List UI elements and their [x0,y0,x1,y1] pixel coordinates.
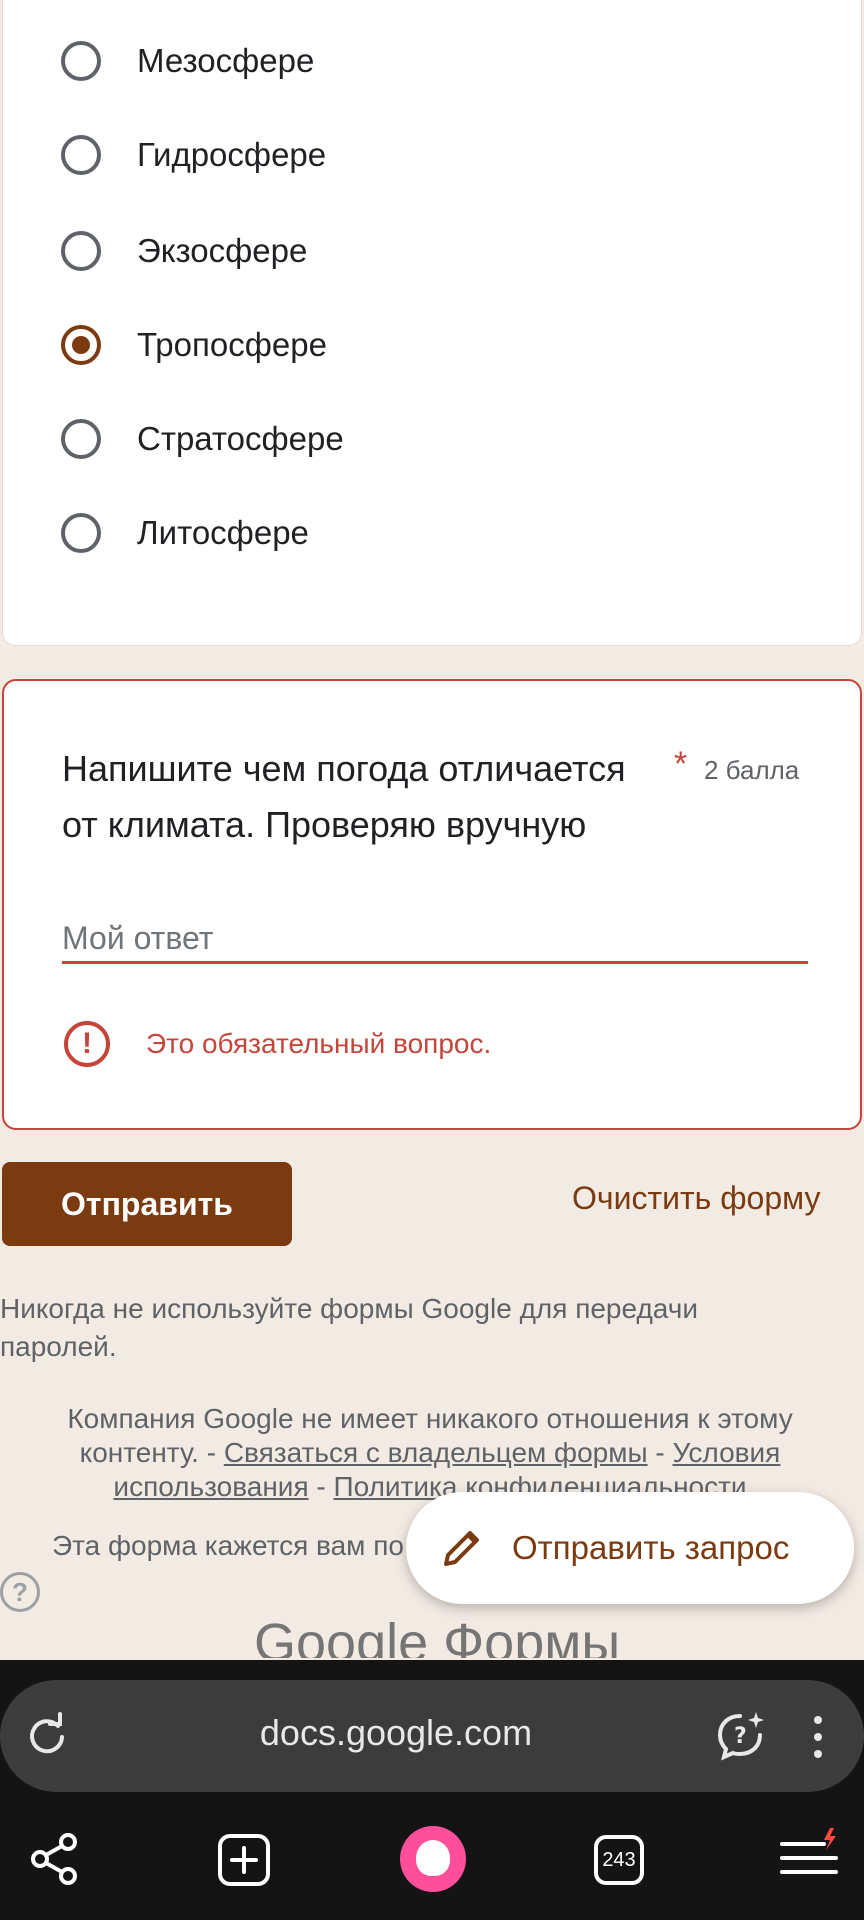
password-warning: Никогда не используйте формы Google для … [0,1293,698,1362]
radio-button-selected[interactable] [61,325,101,365]
google-forms-logo: Google Формы [254,1613,621,1658]
help-icon[interactable]: ? [0,1572,40,1612]
option-stratosfera[interactable]: Стратосфере [61,409,344,469]
option-label: Гидросфере [137,136,327,173]
options-card: Мезосфере Гидросфере Экзосфере Тропосфер… [2,0,862,646]
option-litosfera[interactable]: Литосфере [61,503,309,563]
question-card: Напишите чем погода отличается от климат… [2,679,862,1130]
option-ekzosfera[interactable]: Экзосфере [61,221,307,281]
radio-button[interactable] [61,41,101,81]
menu-icon[interactable] [780,1826,844,1886]
answer-input[interactable] [62,915,808,964]
send-request-fab[interactable]: Отправить запрос [406,1492,854,1604]
submit-button[interactable]: Отправить [2,1162,292,1246]
radio-button[interactable] [61,513,101,553]
contact-owner-link[interactable]: Связаться с владельцем формы [224,1437,648,1468]
error-message: Это обязательный вопрос. [146,1028,492,1059]
share-icon[interactable] [28,1832,82,1886]
option-label: Тропосфере [137,326,327,363]
separator: - [308,1471,334,1502]
option-gidrosfera[interactable]: Гидросфере [61,125,326,185]
option-troposfera[interactable]: Тропосфере [61,315,327,375]
ai-chat-icon[interactable]: ? [712,1708,768,1764]
option-label: Литосфере [137,514,309,551]
radio-button[interactable] [61,135,101,175]
points-label: 2 балла [704,755,800,785]
alice-assistant-icon[interactable] [400,1826,466,1892]
option-label: Стратосфере [137,420,344,457]
svg-text:?: ? [734,1724,747,1749]
radio-button[interactable] [61,231,101,271]
radio-button[interactable] [61,419,101,459]
required-mark: * [674,745,688,783]
error-icon: ! [64,1021,110,1067]
disclaimer: Компания Google не имеет никакого отноше… [30,1402,830,1504]
option-label: Экзосфере [137,232,308,269]
option-label: Мезосфере [137,42,315,79]
clear-form-button[interactable]: Очистить форму [572,1180,820,1217]
tabs-count-icon[interactable]: 243 [594,1835,644,1885]
url-text[interactable]: docs.google.com [0,1712,792,1754]
option-mezosfera[interactable]: Мезосфере [61,31,314,91]
more-vert-icon[interactable] [808,1712,828,1762]
question-title: Напишите чем погода отличается от климат… [62,748,626,845]
pencil-icon [444,1531,479,1566]
fab-label: Отправить запрос [512,1529,790,1566]
separator: - [647,1437,673,1468]
new-tab-icon[interactable] [216,1832,272,1888]
abuse-report-text[interactable]: Эта форма кажется вам по [52,1530,404,1562]
